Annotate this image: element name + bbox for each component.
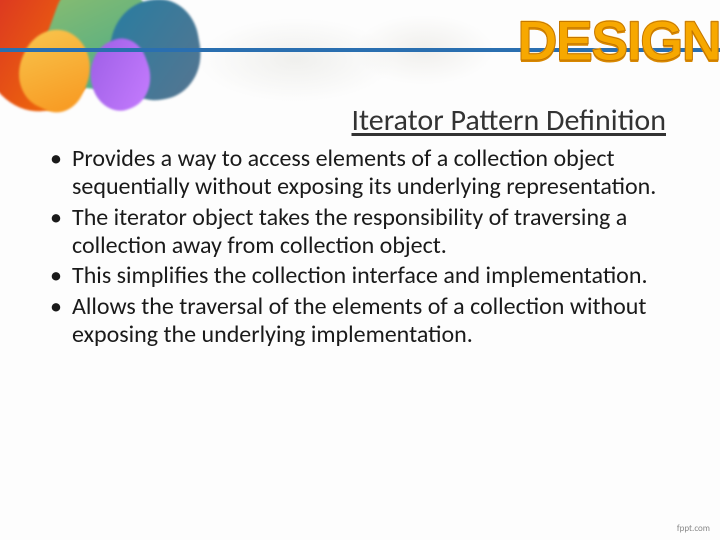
slide: DESIGN Iterator Pattern Definition Provi… [0,0,720,540]
list-item: This simplifies the collection interface… [44,262,666,290]
list-item: Provides a way to access elements of a c… [44,145,666,202]
bullet-list: Provides a way to access elements of a c… [44,145,666,349]
list-item: Allows the traversal of the elements of … [44,293,666,350]
footer-credit: fppt.com [677,523,710,534]
brand-logo: DESIGN [517,8,720,73]
slide-header: DESIGN [0,0,720,90]
swirl-decoration [200,10,520,110]
list-item: The iterator object takes the responsibi… [44,204,666,261]
slide-body: Provides a way to access elements of a c… [44,145,666,351]
slide-title: Iterator Pattern Definition [352,102,667,139]
abstract-art-icon [0,0,220,130]
